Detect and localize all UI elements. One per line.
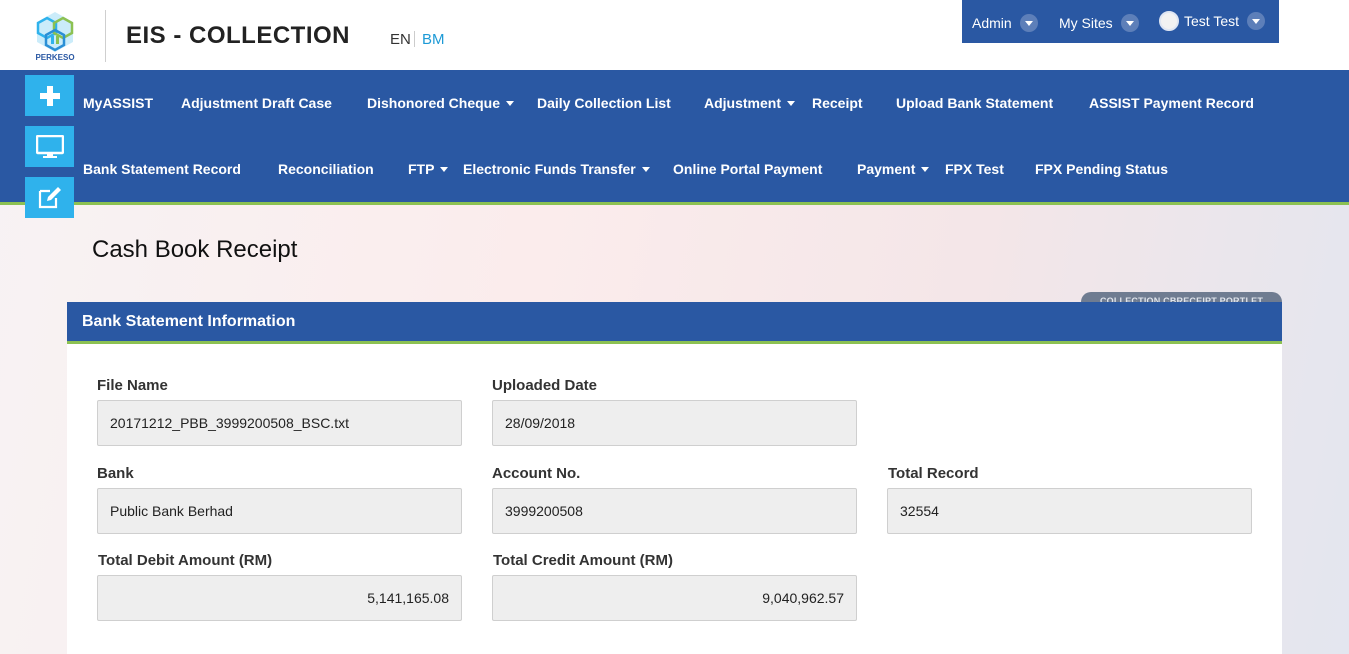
nav-item-receipt[interactable]: Receipt (812, 95, 863, 111)
desktop-icon (35, 134, 64, 158)
my-sites-menu[interactable]: My Sites (1059, 14, 1139, 32)
caret-down-icon (787, 100, 795, 106)
nav-item-myassist[interactable]: MyASSIST (83, 95, 153, 111)
nav-item-adjustment-draft-case[interactable]: Adjustment Draft Case (181, 95, 332, 111)
total-debit-field[interactable]: 5,141,165.08 (97, 575, 462, 621)
main-navigation: MyASSIST Adjustment Draft Case Dishonore… (0, 70, 1349, 205)
nav-item-daily-collection-list[interactable]: Daily Collection List (537, 95, 671, 111)
bank-field[interactable]: Public Bank Berhad (97, 488, 462, 534)
edit-icon (38, 186, 61, 208)
file-name-label: File Name (97, 377, 168, 394)
nav-label: Daily Collection List (537, 95, 671, 111)
nav-label: Electronic Funds Transfer (463, 161, 636, 177)
total-debit-label: Total Debit Amount (RM) (98, 552, 273, 569)
my-sites-label: My Sites (1059, 15, 1113, 31)
lang-bm-link[interactable]: BM (422, 31, 445, 48)
add-button[interactable] (25, 75, 74, 116)
nav-item-electronic-funds-transfer[interactable]: Electronic Funds Transfer (463, 161, 650, 177)
account-no-field[interactable]: 3999200508 (492, 488, 857, 534)
app-title: EIS - COLLECTION (126, 22, 350, 49)
chevron-down-icon (1120, 14, 1139, 32)
caret-down-icon (921, 166, 930, 172)
nav-label: Reconciliation (278, 161, 374, 177)
lang-separator (414, 31, 415, 47)
uploaded-date-field[interactable]: 28/09/2018 (492, 400, 857, 446)
user-name: Test Test (1184, 13, 1239, 29)
nav-item-bank-statement-record[interactable]: Bank Statement Record (83, 161, 241, 177)
plus-icon (39, 85, 60, 106)
chevron-down-icon (1019, 14, 1038, 32)
account-no-label: Account No. (492, 465, 581, 482)
caret-down-icon (641, 166, 650, 172)
nav-label: FPX Pending Status (1035, 161, 1169, 177)
header-divider (105, 10, 106, 62)
chevron-down-icon (1247, 12, 1265, 30)
nav-label: Bank Statement Record (83, 161, 241, 177)
nav-item-fpx-pending-status[interactable]: FPX Pending Status (1035, 161, 1168, 177)
nav-label: Adjustment Draft Case (181, 95, 332, 111)
nav-item-payment[interactable]: Payment (857, 161, 930, 177)
uploaded-date-label: Uploaded Date (492, 377, 598, 394)
user-menu[interactable]: Test Test (1159, 11, 1265, 31)
logo-text: PERKESO (35, 53, 75, 62)
file-name-field[interactable]: 20171212_PBB_3999200508_BSC.txt (97, 400, 462, 446)
admin-label: Admin (972, 15, 1012, 31)
nav-label: Online Portal Payment (673, 161, 823, 177)
nav-label: ASSIST Payment Record (1089, 95, 1254, 111)
avatar (1159, 11, 1179, 31)
desktop-button[interactable] (25, 126, 74, 167)
lang-en-link[interactable]: EN (390, 31, 411, 48)
nav-item-upload-bank-statement[interactable]: Upload Bank Statement (896, 95, 1053, 111)
nav-item-reconciliation[interactable]: Reconciliation (278, 161, 374, 177)
nav-item-ftp[interactable]: FTP (408, 161, 449, 177)
app-header: PERKESO EIS - COLLECTION EN BM Admin My … (0, 0, 1349, 70)
nav-label: Adjustment (704, 95, 781, 111)
admin-menu[interactable]: Admin (972, 14, 1038, 32)
panel-title: Bank Statement Information (67, 302, 1282, 344)
nav-label: Receipt (812, 95, 863, 111)
nav-item-assist-payment-record[interactable]: ASSIST Payment Record (1089, 95, 1254, 111)
total-credit-field[interactable]: 9,040,962.57 (492, 575, 857, 621)
page-title: Cash Book Receipt (92, 236, 298, 263)
perkeso-logo[interactable]: PERKESO (32, 10, 78, 62)
nav-label: Upload Bank Statement (896, 95, 1054, 111)
nav-item-adjustment[interactable]: Adjustment (704, 95, 795, 111)
nav-label: MyASSIST (83, 95, 154, 111)
caret-down-icon (506, 100, 515, 106)
nav-label: FPX Test (945, 161, 1004, 177)
total-record-field[interactable]: 32554 (887, 488, 1252, 534)
bank-label: Bank (97, 465, 134, 482)
caret-down-icon (440, 166, 449, 172)
nav-item-online-portal-payment[interactable]: Online Portal Payment (673, 161, 822, 177)
nav-label: Payment (857, 161, 916, 177)
nav-label: Dishonored Cheque (367, 95, 501, 111)
total-credit-label: Total Credit Amount (RM) (493, 552, 673, 569)
total-record-label: Total Record (888, 465, 979, 482)
nav-item-dishonored-cheque[interactable]: Dishonored Cheque (367, 95, 515, 111)
top-user-bar: Admin My Sites Test Test (962, 0, 1279, 43)
nav-item-fpx-test[interactable]: FPX Test (945, 161, 1004, 177)
nav-label: FTP (408, 161, 435, 177)
bank-statement-panel: Bank Statement Information File Name 201… (67, 302, 1282, 654)
edit-button[interactable] (25, 177, 74, 218)
